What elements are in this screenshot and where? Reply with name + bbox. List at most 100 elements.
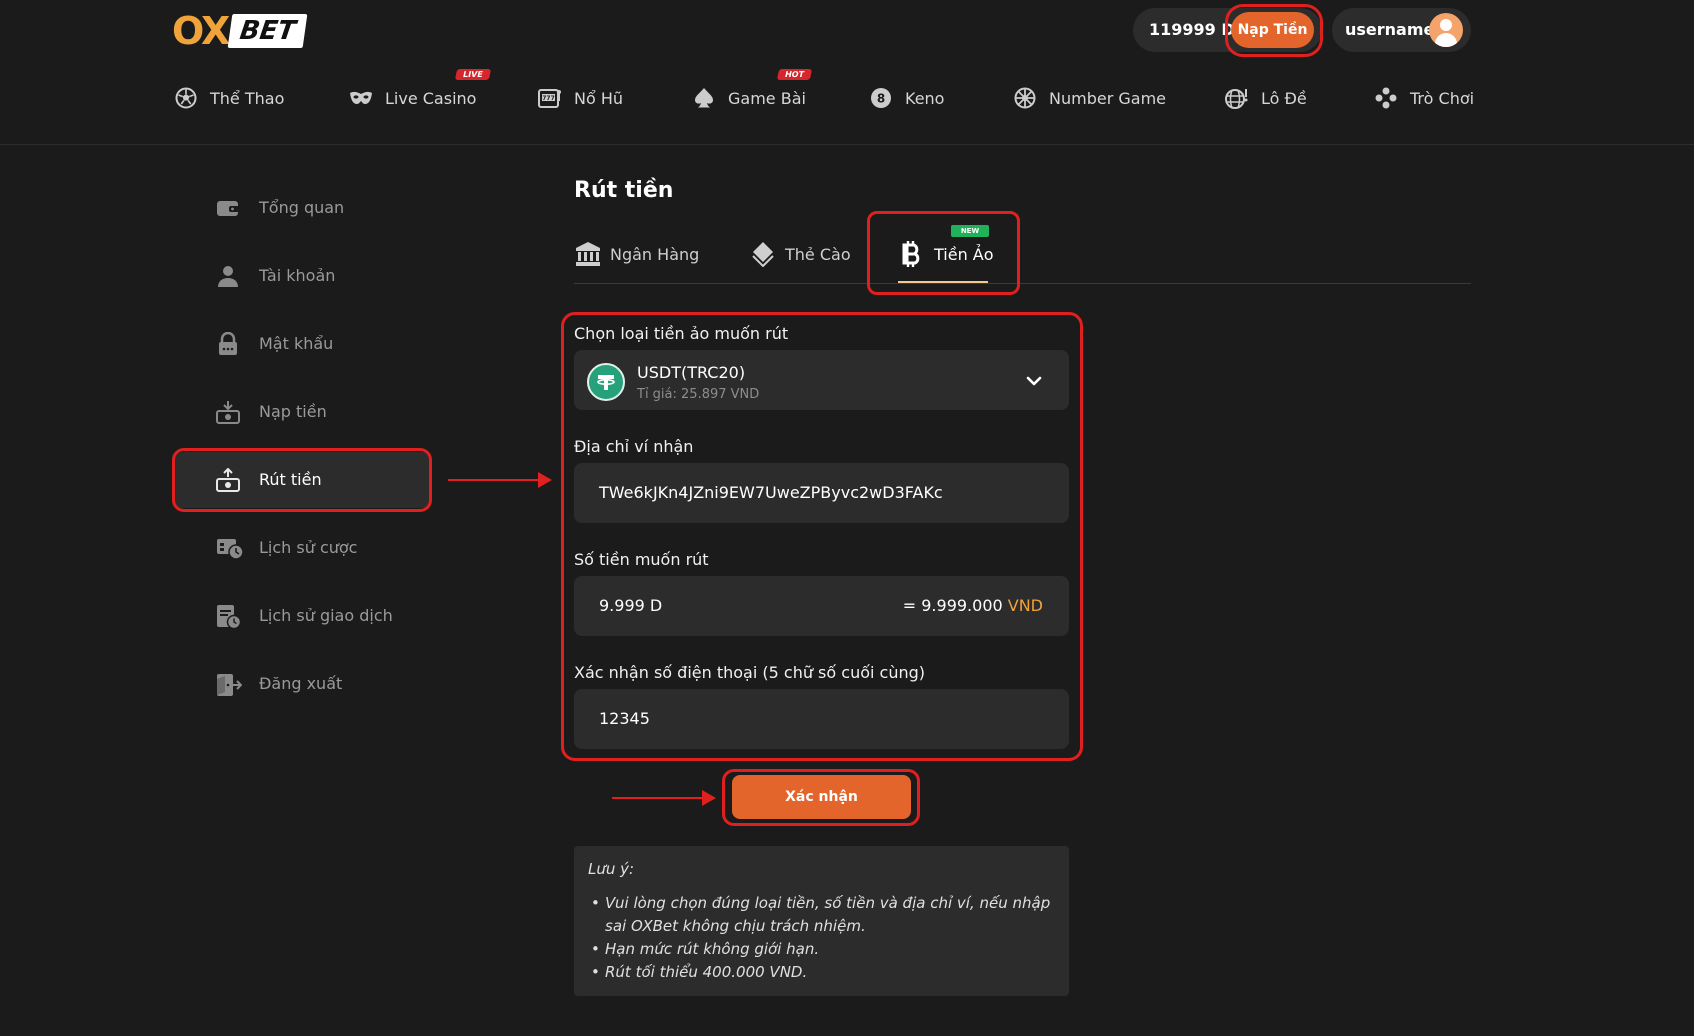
phone-confirm-input[interactable]: 12345 (574, 689, 1069, 749)
bitcoin-icon (898, 240, 926, 268)
withdraw-icon (216, 467, 240, 492)
amount-value: 9.999 D (599, 596, 663, 615)
nav-item-the-thao[interactable]: Thể Thao (174, 84, 284, 112)
sidebar-item-label: Lịch sử cược (259, 538, 358, 557)
keno-ball-icon: 8 (869, 86, 893, 110)
logo-bet-text: BET (227, 14, 308, 48)
user-icon (216, 264, 240, 288)
annotation-arrow-sidebar (448, 472, 552, 488)
username-label: username (1345, 20, 1435, 39)
chevron-down-icon[interactable] (1025, 372, 1043, 390)
lock-icon (216, 331, 240, 356)
lottery-icon (1225, 86, 1249, 110)
annotation-arrow-confirm (612, 790, 716, 806)
tab-label: Ngân Hàng (610, 244, 700, 264)
amount-label: Số tiền muốn rút (574, 550, 709, 569)
nav-label: Trò Chơi (1410, 88, 1475, 108)
wallet-address-input[interactable]: TWe6kJKn4JZni9EW7UweZPByvc2wD3FAKc (574, 463, 1069, 523)
sidebar-item-nap-tien[interactable]: Nạp tiền (172, 384, 432, 440)
tab-ngan-hang[interactable]: Ngân Hàng (574, 238, 699, 270)
wallet-address-value: TWe6kJKn4JZni9EW7UweZPByvc2wD3FAKc (599, 483, 943, 502)
balance-amount: 119999 D (1149, 20, 1235, 39)
nav-item-game-bai[interactable]: Game Bài HOT (692, 69, 813, 112)
mask-icon (349, 86, 373, 110)
tab-the-cao[interactable]: Thẻ Cào (749, 238, 851, 270)
header-deposit-button[interactable]: Nạp Tiền (1231, 12, 1314, 48)
transaction-history-icon (216, 604, 242, 630)
avatar-icon[interactable] (1429, 13, 1463, 47)
crypto-select-dropdown[interactable]: USDT(TRC20) Tỉ giá: 25.897 VND (574, 350, 1069, 410)
crypto-selected-name: USDT(TRC20) (637, 363, 746, 382)
logout-icon (216, 672, 243, 696)
hot-badge: HOT (776, 69, 813, 80)
svg-text:777: 777 (542, 95, 555, 102)
sidebar-item-label: Tổng quan (259, 198, 345, 217)
nav-label: Game Bài (728, 88, 806, 108)
sidebar-item-label: Mật khẩu (259, 334, 334, 353)
nav-item-lo-de[interactable]: Lô Đề (1225, 84, 1307, 112)
amount-input[interactable]: 9.999 D = 9.999.000 VND (574, 576, 1069, 636)
tab-divider (574, 283, 1471, 284)
bank-icon (574, 240, 602, 268)
nav-item-tro-choi[interactable]: Trò Chơi (1374, 84, 1474, 112)
nav-item-number-game[interactable]: Number Game (1013, 84, 1166, 112)
crypto-select-label: Chọn loại tiền ảo muốn rút (574, 324, 789, 343)
amount-converted: = 9.999.000 VND (903, 596, 1043, 615)
tab-label: Tiền Ảo (934, 244, 994, 264)
note-item: Vui lòng chọn đúng loại tiền, số tiền và… (588, 892, 1055, 938)
sidebar-item-rut-tien[interactable]: Rút tiền (172, 452, 432, 508)
oxbet-logo[interactable]: OX BET (172, 9, 308, 53)
nav-label: Number Game (1049, 88, 1166, 108)
number-wheel-icon (1013, 86, 1037, 110)
top-header: OX BET 119999 D Nạp Tiền username Thể Th… (0, 0, 1694, 145)
bet-history-icon (216, 536, 244, 560)
phone-confirm-label: Xác nhận số điện thoại (5 chữ số cuối cù… (574, 663, 925, 682)
sidebar-item-lich-su-giao-dich[interactable]: Lịch sử giao dịch (172, 588, 432, 644)
sidebar-item-tai-khoan[interactable]: Tài khoản (172, 248, 432, 304)
slot-machine-icon: 777 (538, 86, 562, 110)
sidebar-item-mat-khau[interactable]: Mật khẩu (172, 316, 432, 372)
page-title: Rút tiền (574, 178, 674, 203)
nav-label: Lô Đề (1261, 88, 1307, 108)
sidebar-item-lich-su-cuoc[interactable]: Lịch sử cược (172, 520, 432, 576)
sidebar-item-dang-xuat[interactable]: Đăng xuất (172, 656, 432, 712)
live-badge: LIVE (454, 69, 491, 80)
tether-icon (587, 363, 625, 401)
confirm-button[interactable]: Xác nhận (732, 775, 911, 819)
deposit-icon (216, 400, 240, 424)
active-tab-indicator (898, 281, 988, 283)
nav-item-no-hu[interactable]: 777 Nổ Hũ (538, 84, 623, 112)
tab-tien-ao[interactable]: Tiền Ảo (898, 238, 994, 270)
sidebar-item-label: Rút tiền (259, 470, 322, 489)
amount-converted-value: = 9.999.000 (902, 596, 1003, 615)
tab-label: Thẻ Cào (785, 244, 851, 264)
address-label: Địa chỉ ví nhận (574, 437, 694, 456)
spade-icon (692, 86, 716, 110)
phone-confirm-value: 12345 (599, 709, 650, 728)
nav-label: Nổ Hũ (574, 88, 624, 108)
sidebar-item-tong-quan[interactable]: Tổng quan (172, 180, 432, 236)
amount-converted-unit: VND (1007, 596, 1043, 615)
wallet-icon (216, 196, 240, 220)
keno-ball-number: 8 (877, 92, 885, 106)
nav-item-keno[interactable]: 8 Keno (869, 84, 944, 112)
user-menu[interactable]: username (1332, 8, 1471, 52)
nav-label: Keno (905, 88, 945, 108)
logo-ox-text: OX (172, 9, 230, 53)
note-title: Lưu ý: (588, 860, 635, 878)
sidebar-item-label: Lịch sử giao dịch (259, 606, 393, 625)
note-box: Lưu ý: Vui lòng chọn đúng loại tiền, số … (574, 846, 1069, 996)
card-icon (749, 240, 777, 268)
nav-label: Thể Thao (210, 88, 285, 108)
note-item: Rút tối thiểu 400.000 VND. (588, 961, 1055, 984)
nav-label: Live Casino (385, 88, 477, 108)
new-badge: NEW (951, 225, 989, 237)
gamepad-icon (1374, 86, 1398, 110)
nav-item-live-casino[interactable]: Live Casino LIVE (349, 69, 491, 112)
crypto-exchange-rate: Tỉ giá: 25.897 VND (637, 387, 760, 402)
sidebar-item-label: Tài khoản (259, 266, 336, 285)
soccer-ball-icon (174, 86, 198, 110)
sidebar-item-label: Đăng xuất (259, 674, 343, 693)
sidebar-item-label: Nạp tiền (259, 402, 327, 421)
note-item: Hạn mức rút không giới hạn. (588, 938, 1055, 961)
